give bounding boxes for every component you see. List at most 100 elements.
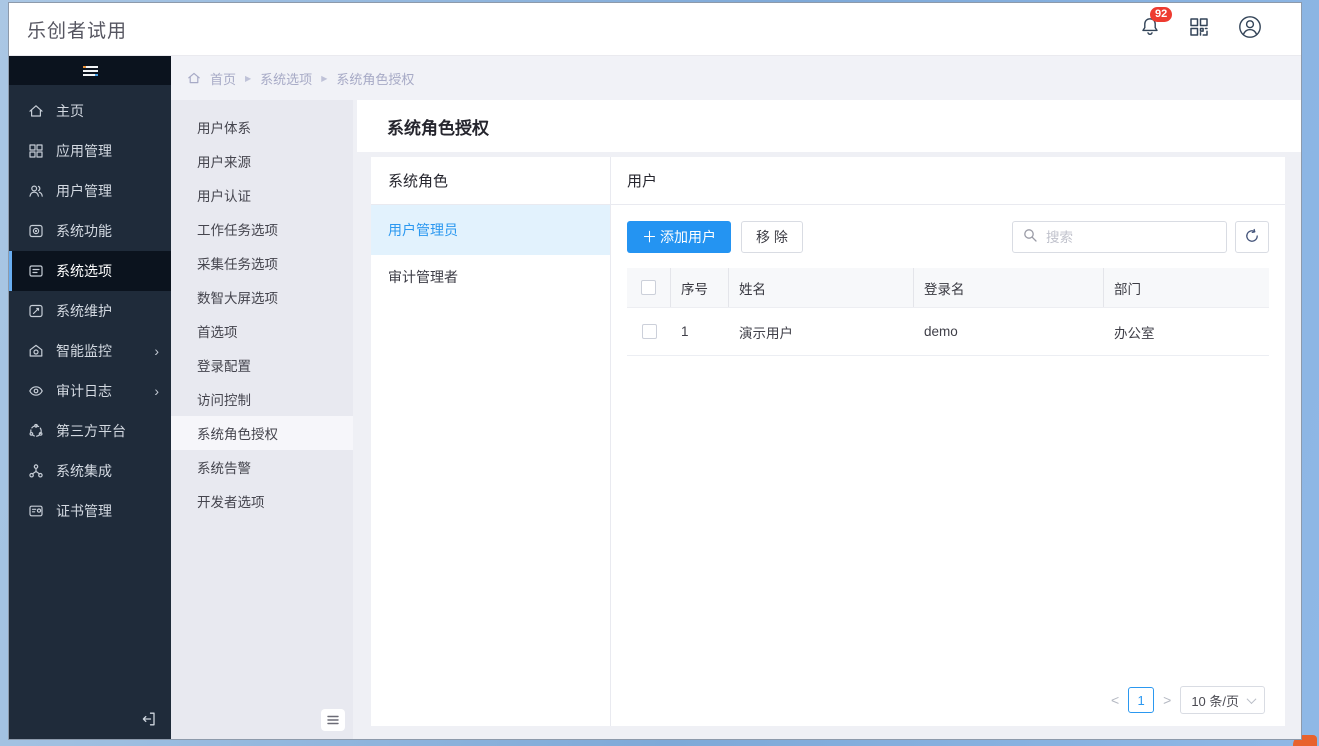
submenu-item[interactable]: 系统告警: [171, 450, 353, 484]
sidebar-item-system-maintenance[interactable]: 系统维护: [9, 291, 171, 331]
submenu-item[interactable]: 用户认证: [171, 178, 353, 212]
cell-seq: 1: [671, 308, 729, 355]
next-page-button[interactable]: >: [1163, 693, 1171, 707]
add-user-button[interactable]: ＋ 添加用户: [627, 221, 731, 253]
submenu-item[interactable]: 数智大屏选项: [171, 280, 353, 314]
submenu-item-label: 采集任务选项: [197, 253, 278, 273]
system-options-icon: [27, 263, 44, 280]
sidebar-item-label: 主页: [56, 101, 84, 121]
chevron-right-icon: ›: [154, 344, 159, 358]
roles-panel-title: 系统角色: [371, 157, 611, 204]
submenu-item-label: 数智大屏选项: [197, 287, 278, 307]
submenu-item[interactable]: 系统角色授权: [171, 416, 353, 450]
breadcrumb-item[interactable]: 首页: [210, 69, 236, 88]
main-sidebar: 主页 应用管理 用户管理 系统功能 系统选项 系统维护 智能监控 › 审计日志 …: [9, 56, 171, 739]
sidebar-item-label: 第三方平台: [56, 421, 126, 441]
exit-button[interactable]: [140, 710, 158, 728]
content-column: 首页▶系统选项▶系统角色授权 用户体系 用户来源 用户认证 工作任务选项 采集任…: [171, 56, 1301, 739]
plus-icon: ＋: [642, 230, 657, 245]
sidebar-item-label: 系统集成: [56, 461, 112, 481]
sidebar-item-label: 系统选项: [56, 261, 112, 281]
sidebar-item-apps-grid[interactable]: 应用管理: [9, 131, 171, 171]
row-checkbox[interactable]: [642, 324, 657, 339]
sidebar-collapse-button[interactable]: [9, 56, 171, 85]
avatar-icon: [1237, 14, 1263, 45]
cell-name: 演示用户: [729, 308, 914, 355]
sidebar-item-label: 证书管理: [56, 501, 112, 521]
prev-page-button[interactable]: <: [1111, 693, 1119, 707]
integration-icon: [27, 463, 44, 480]
qr-code-icon: [1188, 16, 1210, 43]
submenu-item[interactable]: 登录配置: [171, 348, 353, 382]
refresh-button[interactable]: [1235, 221, 1269, 253]
user-avatar-button[interactable]: [1237, 14, 1263, 45]
submenu-item[interactable]: 采集任务选项: [171, 246, 353, 280]
sidebar-item-certificate[interactable]: 证书管理: [9, 491, 171, 531]
search-box: [1012, 221, 1227, 253]
sidebar-item-system-options[interactable]: 系统选项: [9, 251, 171, 291]
submenu-item-label: 系统告警: [197, 457, 251, 477]
breadcrumb: 首页▶系统选项▶系统角色授权: [171, 56, 1301, 100]
notifications-button[interactable]: 92: [1139, 16, 1161, 43]
users-icon: [27, 183, 44, 200]
submenu-item-label: 用户认证: [197, 185, 251, 205]
qr-code-button[interactable]: [1188, 16, 1210, 43]
role-item[interactable]: 用户管理员: [371, 205, 610, 255]
column-header: 序号: [671, 268, 729, 307]
cell-dept: 办公室: [1104, 308, 1269, 355]
header-actions: 92: [1139, 14, 1263, 45]
chevron-right-icon: ›: [154, 384, 159, 398]
table-header-row: 序号 姓名 登录名 部门: [627, 268, 1269, 308]
system-maintenance-icon: [27, 303, 44, 320]
submenu-item[interactable]: 访问控制: [171, 382, 353, 416]
monitoring-icon: [27, 343, 44, 360]
refresh-icon: [1244, 228, 1260, 247]
table-header-checkbox-cell: [627, 268, 671, 307]
breadcrumb-item[interactable]: 系统选项: [260, 69, 312, 88]
submenu-item[interactable]: 开发者选项: [171, 484, 353, 518]
subsidebar-collapse-button[interactable]: [321, 709, 345, 731]
role-item[interactable]: 审计管理者: [371, 255, 610, 299]
sidebar-item-users[interactable]: 用户管理: [9, 171, 171, 211]
home-icon: [27, 103, 44, 120]
sidebar-item-audit-eye[interactable]: 审计日志 ›: [9, 371, 171, 411]
sidebar-item-integration[interactable]: 系统集成: [9, 451, 171, 491]
submenu-item[interactable]: 用户来源: [171, 144, 353, 178]
sub-nav-list: 用户体系 用户来源 用户认证 工作任务选项 采集任务选项 数智大屏选项 首选项 …: [171, 110, 353, 518]
audit-eye-icon: [27, 383, 44, 400]
sidebar-item-label: 系统维护: [56, 301, 112, 321]
sidebar-item-home[interactable]: 主页: [9, 91, 171, 131]
main-nav-list: 主页 应用管理 用户管理 系统功能 系统选项 系统维护 智能监控 › 审计日志 …: [9, 85, 171, 531]
panel-body: 用户管理员审计管理者 ＋ 添加用户 移 除: [371, 205, 1285, 726]
users-panel: ＋ 添加用户 移 除: [611, 205, 1285, 726]
page-size-select[interactable]: 10 条/页: [1180, 686, 1265, 714]
panel-card: 系统角色 用户 用户管理员审计管理者 ＋ 添加用户: [371, 157, 1285, 726]
submenu-item[interactable]: 首选项: [171, 314, 353, 348]
submenu-item-label: 访问控制: [197, 389, 251, 409]
submenu-item[interactable]: 用户体系: [171, 110, 353, 144]
search-input[interactable]: [1044, 229, 1216, 246]
app-title: 乐创者试用: [27, 16, 127, 43]
sidebar-item-third-party[interactable]: 第三方平台: [9, 411, 171, 451]
app-body: 主页 应用管理 用户管理 系统功能 系统选项 系统维护 智能监控 › 审计日志 …: [9, 56, 1301, 739]
panel-header: 系统角色 用户: [371, 157, 1285, 205]
submenu-item[interactable]: 工作任务选项: [171, 212, 353, 246]
pagination: < 1 > 10 条/页: [1111, 686, 1265, 714]
sub-sidebar: 用户体系 用户来源 用户认证 工作任务选项 采集任务选项 数智大屏选项 首选项 …: [171, 100, 353, 739]
breadcrumb-item[interactable]: 系统角色授权: [336, 69, 414, 88]
select-all-checkbox[interactable]: [641, 280, 656, 295]
sidebar-item-system-functions[interactable]: 系统功能: [9, 211, 171, 251]
users-panel-title: 用户: [611, 157, 1285, 204]
sidebar-item-label: 审计日志: [56, 381, 112, 401]
submenu-item-label: 登录配置: [197, 355, 251, 375]
table-row[interactable]: 1 演示用户 demo 办公室: [627, 308, 1269, 356]
main-area: 系统角色授权 系统角色 用户 用户管理员审计管理者: [353, 100, 1301, 739]
sidebar-item-monitoring[interactable]: 智能监控 ›: [9, 331, 171, 371]
notification-badge: 92: [1150, 7, 1172, 22]
submenu-item-label: 用户来源: [197, 151, 251, 171]
users-table: 序号 姓名 登录名 部门 1 演示用户 demo 办公室: [627, 268, 1269, 356]
current-page[interactable]: 1: [1128, 687, 1154, 713]
sidebar-item-label: 用户管理: [56, 181, 112, 201]
remove-user-button[interactable]: 移 除: [741, 221, 803, 253]
role-list: 用户管理员审计管理者: [371, 205, 611, 726]
